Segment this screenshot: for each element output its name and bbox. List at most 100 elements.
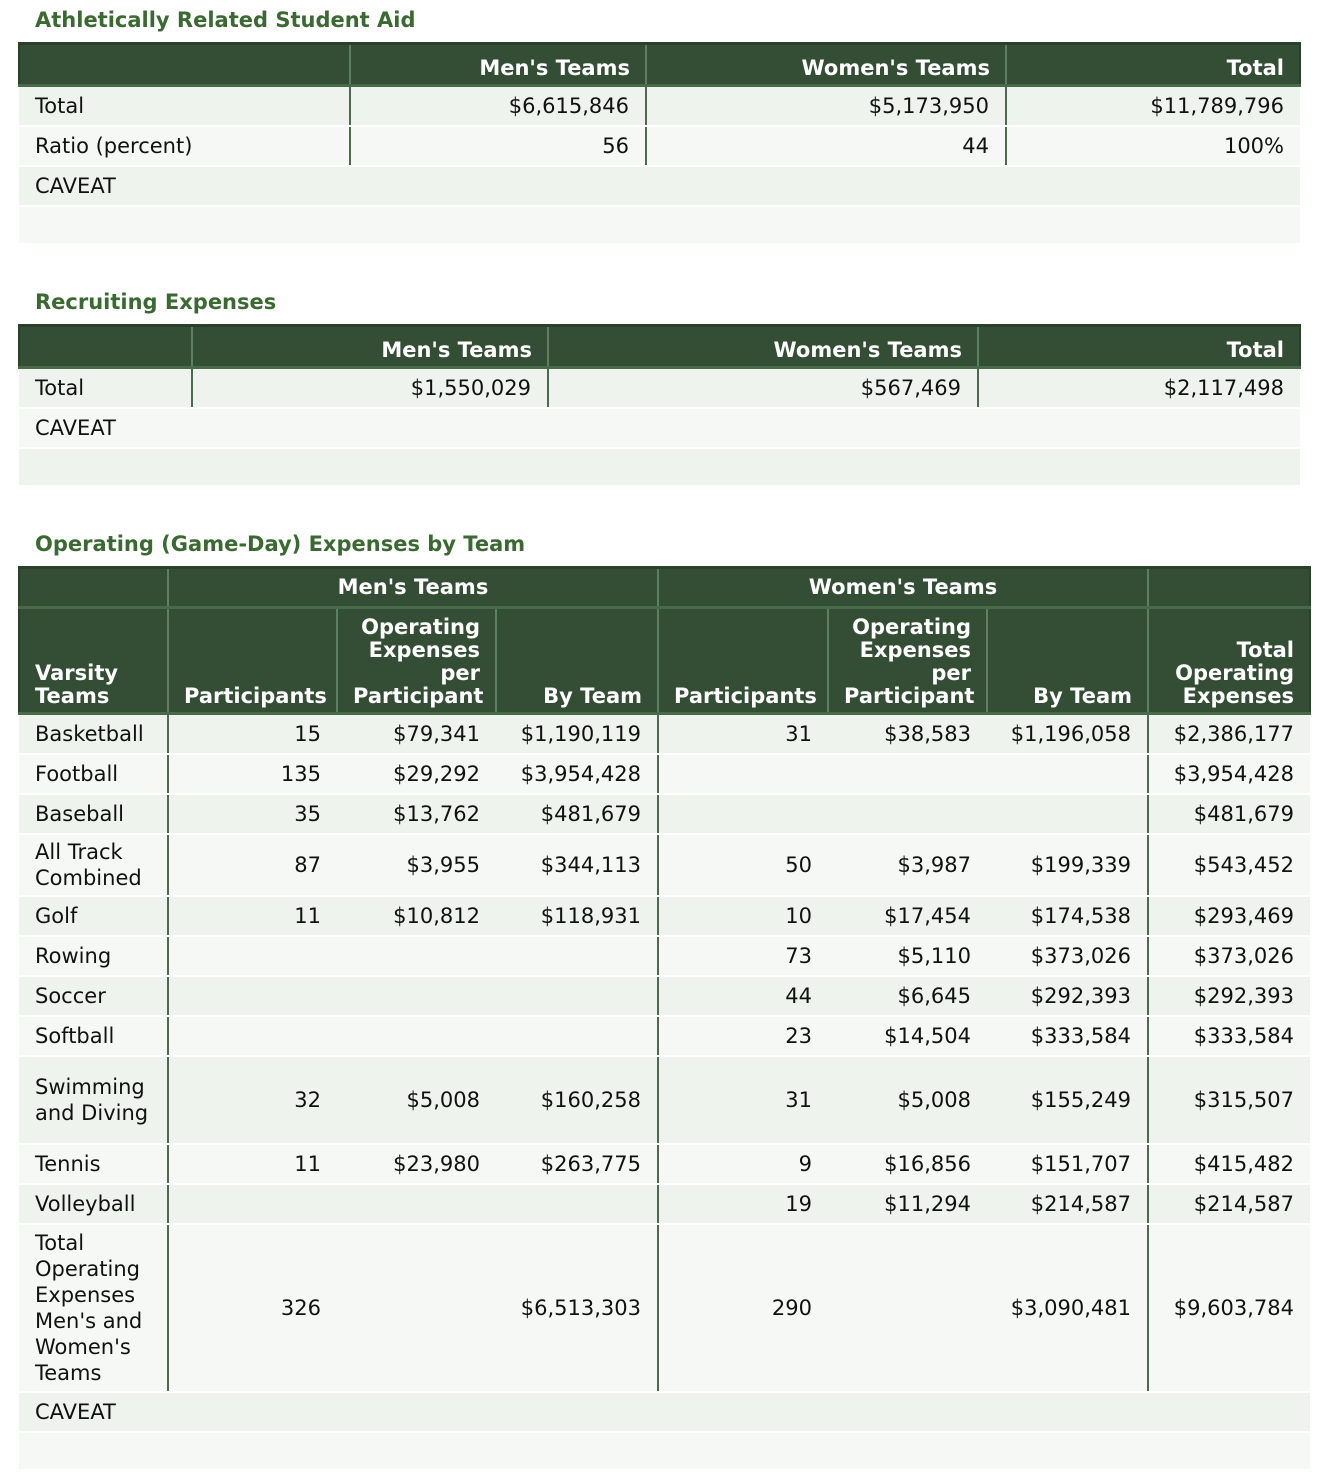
cell-men-per-participant: $5,008 bbox=[337, 1055, 496, 1145]
cell-men-participants: 11 bbox=[168, 895, 337, 937]
cell-women-by-team: $214,587 bbox=[987, 1183, 1149, 1225]
caveat-label: CAVEAT bbox=[19, 1391, 1310, 1433]
cell-total: $9,603,784 bbox=[1148, 1223, 1310, 1393]
op-group-blank bbox=[18, 566, 169, 609]
table-row: Rowing 73 $5,110 $373,026 $373,026 bbox=[19, 935, 1310, 977]
cell-women-by-team: $199,339 bbox=[987, 833, 1149, 897]
cell-men-by-team: $3,954,428 bbox=[496, 753, 659, 795]
table-row: Softball 23 $14,504 $333,584 $333,584 bbox=[19, 1015, 1310, 1057]
cell-men-participants: 32 bbox=[168, 1055, 337, 1145]
cell-women-participants: 31 bbox=[658, 1055, 828, 1145]
cell-men-by-team bbox=[496, 1015, 659, 1057]
table-row: Total $1,550,029 $567,469 $2,117,498 bbox=[19, 367, 1300, 409]
op-header-total: Total Operating Expenses bbox=[1148, 606, 1311, 715]
table-row: Swimming and Diving 32 $5,008 $160,258 31 $5,… bbox=[19, 1055, 1310, 1145]
cell-women-per-participant: $14,504 bbox=[828, 1015, 987, 1057]
rec-header-blank bbox=[18, 324, 193, 369]
row-label: Volleyball bbox=[19, 1183, 169, 1225]
cell-women-by-team: $151,707 bbox=[987, 1143, 1149, 1185]
rec-header-women: Women's Teams bbox=[548, 324, 979, 369]
cell-men-per-participant bbox=[337, 935, 496, 977]
row-label: Total bbox=[19, 85, 351, 127]
cell-women-participants: 50 bbox=[658, 833, 828, 897]
row-label: All Track Combined bbox=[19, 833, 169, 897]
cell-women-per-participant: $6,645 bbox=[828, 975, 987, 1017]
op-header-men-participants: Participants bbox=[168, 606, 338, 715]
table-row: Volleyball 19 $11,294 $214,587 $214,587 bbox=[19, 1183, 1310, 1225]
cell-men-per-participant: $13,762 bbox=[337, 793, 496, 835]
cell-women-participants: 9 bbox=[658, 1143, 828, 1185]
operating-header-row: Varsity Teams Participants Operating Exp… bbox=[18, 606, 1311, 715]
rec-header-total: Total bbox=[978, 324, 1301, 369]
cell-men-participants: 35 bbox=[168, 793, 337, 835]
op-header-women-per-participant: Operating Expenses per Participant bbox=[828, 606, 988, 715]
cell-men: $1,550,029 bbox=[192, 367, 549, 409]
cell-women-per-participant: $16,856 bbox=[828, 1143, 987, 1185]
aid-title: Athletically Related Student Aid bbox=[35, 8, 416, 32]
cell-men-participants: 87 bbox=[168, 833, 337, 897]
caveat-row: CAVEAT bbox=[19, 165, 1300, 207]
operating-group-header-row: Men's Teams Women's Teams bbox=[18, 566, 1311, 609]
cell-total: $11,789,796 bbox=[1006, 85, 1300, 127]
row-label: Softball bbox=[19, 1015, 169, 1057]
cell-men-by-team bbox=[496, 1183, 659, 1225]
cell-women-by-team: $292,393 bbox=[987, 975, 1149, 1017]
cell-women-by-team: $174,538 bbox=[987, 895, 1149, 937]
cell-women-per-participant: $17,454 bbox=[828, 895, 987, 937]
aid-header-men: Men's Teams bbox=[350, 42, 647, 87]
cell-men-per-participant: $23,980 bbox=[337, 1143, 496, 1185]
table-row: Basketball 15 $79,341 $1,190,119 31 $38,583 $1… bbox=[19, 713, 1310, 755]
cell-women-participants: 19 bbox=[658, 1183, 828, 1225]
cell-men-per-participant: $79,341 bbox=[337, 713, 496, 755]
row-label: Total bbox=[19, 367, 193, 409]
row-label: Football bbox=[19, 753, 169, 795]
table-row: Tennis 11 $23,980 $263,775 9 $16,856 $151,707 $… bbox=[19, 1143, 1310, 1185]
cell-total: $315,507 bbox=[1148, 1055, 1310, 1145]
cell-men: $6,615,846 bbox=[350, 85, 647, 127]
cell-women-by-team bbox=[987, 793, 1149, 835]
cell-men-by-team bbox=[496, 935, 659, 977]
caveat-label: CAVEAT bbox=[19, 165, 1300, 207]
op-header-men-by-team: By Team bbox=[496, 606, 659, 715]
row-label: Rowing bbox=[19, 935, 169, 977]
cell-men-participants: 15 bbox=[168, 713, 337, 755]
table-row: Ratio (percent) 56 44 100% bbox=[19, 125, 1300, 167]
row-label: Ratio (percent) bbox=[19, 125, 351, 167]
caveat-body-row bbox=[19, 1431, 1310, 1471]
caveat-row: CAVEAT bbox=[19, 1391, 1310, 1433]
student-aid-table: Men's Teams Women's Teams Total Total $6… bbox=[18, 42, 1301, 245]
caveat-text bbox=[19, 205, 1300, 245]
cell-women-participants: 31 bbox=[658, 713, 828, 755]
cell-men-by-team: $263,775 bbox=[496, 1143, 659, 1185]
op-header-teams: Varsity Teams bbox=[18, 606, 169, 715]
operating-expenses-table: Men's Teams Women's Teams Varsity Teams … bbox=[18, 566, 1311, 1471]
row-label: Tennis bbox=[19, 1143, 169, 1185]
row-label: Baseball bbox=[19, 793, 169, 835]
cell-men-by-team: $344,113 bbox=[496, 833, 659, 897]
table-row: All Track Combined 87 $3,955 $344,113 50 $3,9… bbox=[19, 833, 1310, 897]
cell-women-per-participant: $5,008 bbox=[828, 1055, 987, 1145]
cell-women-per-participant: $11,294 bbox=[828, 1183, 987, 1225]
cell-men-by-team: $160,258 bbox=[496, 1055, 659, 1145]
op-group-men: Men's Teams bbox=[168, 566, 659, 609]
table-row: Baseball 35 $13,762 $481,679 $481,679 bbox=[19, 793, 1310, 835]
table-row: Total Operating Expenses Men's and Women… bbox=[19, 1223, 1310, 1393]
caveat-text bbox=[19, 447, 1300, 487]
cell-men-participants bbox=[168, 1183, 337, 1225]
cell-women-per-participant: $3,987 bbox=[828, 833, 987, 897]
cell-men-by-team: $118,931 bbox=[496, 895, 659, 937]
cell-women-participants: 44 bbox=[658, 975, 828, 1017]
aid-header-total: Total bbox=[1006, 42, 1301, 87]
cell-women-participants bbox=[658, 793, 828, 835]
cell-men-per-participant: $10,812 bbox=[337, 895, 496, 937]
cell-total: $3,954,428 bbox=[1148, 753, 1310, 795]
op-header-women-participants: Participants bbox=[658, 606, 829, 715]
aid-header-blank bbox=[18, 42, 351, 87]
cell-total: $293,469 bbox=[1148, 895, 1310, 937]
cell-women-participants: 290 bbox=[658, 1223, 828, 1393]
cell-total: 100% bbox=[1006, 125, 1300, 167]
cell-total: $333,584 bbox=[1148, 1015, 1310, 1057]
cell-men-participants: 11 bbox=[168, 1143, 337, 1185]
cell-total: $292,393 bbox=[1148, 975, 1310, 1017]
caveat-label: CAVEAT bbox=[19, 407, 1300, 449]
